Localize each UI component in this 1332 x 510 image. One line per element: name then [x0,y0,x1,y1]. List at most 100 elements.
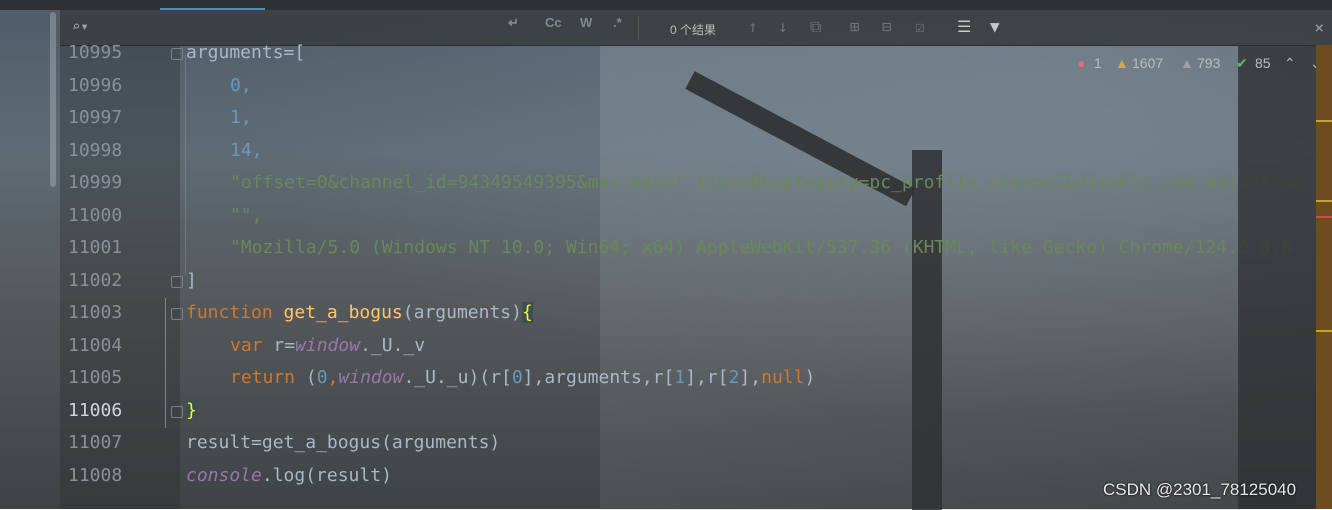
watermark: CSDN @2301_78125040 [1103,480,1297,499]
code-line: ] [186,270,197,291]
filter-icon[interactable]: ▼ [990,17,1000,36]
code-keyword: var [230,335,263,356]
line-number[interactable]: 10997 [68,107,128,128]
previous-highlight-icon[interactable]: ⌃ [1284,55,1296,72]
editor-tab-strip [0,0,1332,10]
stripe-marker[interactable] [1316,330,1332,332]
code-number: 0 [511,367,523,388]
stripe-marker[interactable] [1316,216,1332,218]
fold-marker-icon[interactable] [171,276,183,288]
search-input[interactable]: ⌕▾ [68,16,628,40]
code-text: ], [739,367,762,388]
warning-icon[interactable]: ▲ [1115,55,1129,71]
line-number[interactable]: 10999 [68,172,128,193]
stripe-marker[interactable] [1316,200,1332,202]
code-number: 2 [728,367,740,388]
regex-button[interactable]: .* [613,15,622,30]
code-keyword: function [186,302,273,323]
code-text: , [327,367,339,388]
code-global: window [295,335,361,356]
fold-marker-icon[interactable] [171,308,183,320]
line-number[interactable]: 10995 [68,42,128,63]
line-number[interactable]: 11002 [68,270,128,291]
code-text: ._U._v [360,335,426,356]
code-line: return (0,window._U._u)(r[0],arguments,r… [230,367,815,388]
code-text: .log(result) [261,465,392,486]
code-line: 14, [230,140,263,161]
code-line: arguments=[ [186,42,305,63]
whole-words-button[interactable]: W [580,15,592,30]
code-text: ],arguments,r[ [522,367,675,388]
code-number: 1, [230,107,252,128]
warning-count[interactable]: 1607 [1132,55,1163,71]
line-number[interactable]: 11008 [68,465,128,486]
code-global: window [338,367,404,388]
right-tool-panel [1238,45,1318,509]
remove-occurrence-icon[interactable]: ⊟ [882,17,892,36]
code-number: 0 [316,367,328,388]
indent-guide [185,55,186,275]
line-number[interactable]: 11005 [68,367,128,388]
code-text: ._U._u)(r[ [403,367,512,388]
code-text: ],r[ [685,367,729,388]
error-icon[interactable]: ● [1077,55,1085,71]
code-text: r= [262,335,296,356]
code-text: (arguments) [402,302,522,323]
select-all-occurrences-icon[interactable]: ☑ [915,17,925,36]
code-line: "Mozilla/5.0 (Windows NT 10.0; Win64; x6… [230,237,1292,258]
divider [638,16,639,40]
code-number: 0, [230,75,252,96]
code-line: var r=window._U._v [230,335,425,356]
fold-marker-icon[interactable] [171,406,183,418]
weak-warning-icon[interactable]: ▲ [1180,55,1194,71]
line-number[interactable]: 10998 [68,140,128,161]
search-icon[interactable]: ⌕▾ [72,19,89,35]
editor-tab-active[interactable] [160,0,265,10]
error-stripe-scrollbar[interactable] [1316,45,1332,509]
error-count[interactable]: 1 [1094,55,1102,71]
code-line: } [186,400,197,421]
newline-icon[interactable]: ↵ [508,15,519,31]
code-text: arguments=[ [186,42,306,63]
background-pole [912,150,942,510]
previous-occurrence-icon[interactable]: ↑ [748,17,758,36]
match-case-button[interactable]: Cc [545,15,562,30]
code-line: result=get_a_bogus(arguments) [186,432,500,453]
typo-count[interactable]: 85 [1255,55,1271,71]
close-icon[interactable]: × [1314,18,1324,37]
editor-tab[interactable] [70,0,150,8]
matched-brace: } [186,400,197,421]
code-line: 1, [230,107,252,128]
code-string: "offset=0&channel_id=94349549395&max_beh… [230,172,1303,193]
code-number: 1 [674,367,686,388]
scope-guide [165,298,166,428]
code-line: "offset=0&channel_id=94349549395&max_beh… [230,172,1303,193]
code-string: "Mozilla/5.0 (Windows NT 10.0; Win64; x6… [230,237,1293,258]
line-number[interactable]: 11000 [68,205,128,226]
weak-warning-count[interactable]: 793 [1197,55,1220,71]
stripe-marker[interactable] [1316,120,1332,122]
fold-marker-icon[interactable] [171,48,183,60]
line-number[interactable]: 11007 [68,432,128,453]
add-occurrence-icon[interactable]: ⊞ [850,17,860,36]
open-in-window-icon[interactable]: ⧉ [810,17,821,37]
code-global: console [186,465,262,486]
code-text: ) [804,367,816,388]
project-panel-scrollbar[interactable] [50,12,56,187]
line-number[interactable]: 11004 [68,335,128,356]
line-number[interactable]: 11003 [68,302,128,323]
filter-list-icon[interactable]: ☰ [957,17,971,36]
next-occurrence-icon[interactable]: ↓ [778,17,788,36]
code-text: ( [295,367,317,388]
code-string: "", [230,205,263,226]
code-function-name: get_a_bogus [283,302,403,323]
code-line: "", [230,205,263,226]
line-number[interactable]: 10996 [68,75,128,96]
typo-check-icon[interactable]: ✔ [1236,55,1248,72]
line-number[interactable]: 11006 [68,400,128,421]
line-number[interactable]: 11001 [68,237,128,258]
code-number: 14, [230,140,263,161]
code-line: function get_a_bogus(arguments){ [186,302,533,323]
editor-tab[interactable] [275,0,345,8]
code-line: console.log(result) [186,465,392,486]
